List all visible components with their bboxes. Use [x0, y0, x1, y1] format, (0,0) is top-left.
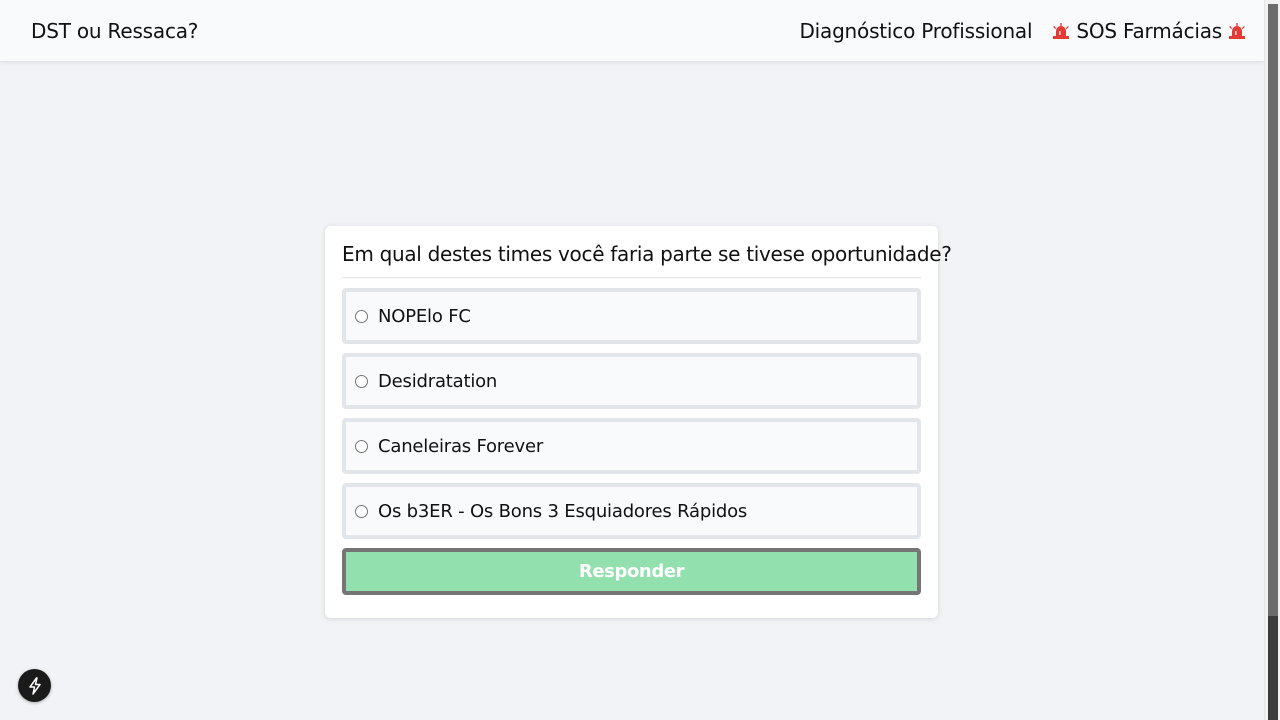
scrollbar[interactable] — [1264, 0, 1280, 720]
answer-option-label: Caneleiras Forever — [378, 435, 544, 457]
top-navbar: DST ou Ressaca? Diagnóstico Profissional… — [0, 0, 1264, 62]
answer-option[interactable]: Os b3ER - Os Bons 3 Esquiadores Rápidos — [342, 483, 921, 539]
answer-option[interactable]: Caneleiras Forever — [342, 418, 921, 474]
nav-links: Diagnóstico Profissional SOS Farmácias — [799, 19, 1246, 43]
floating-action-button[interactable] — [18, 669, 51, 702]
sos-farmacias-link[interactable]: SOS Farmácias — [1052, 19, 1246, 43]
answer-option-label: NOPElo FC — [378, 305, 471, 327]
siren-icon — [1229, 22, 1245, 39]
lightning-icon — [28, 676, 41, 695]
radio-button[interactable] — [355, 374, 368, 388]
scrollbar-track-end — [1268, 616, 1278, 720]
question-title: Em qual destes times você faria parte se… — [342, 242, 952, 278]
answer-option-label: Os b3ER - Os Bons 3 Esquiadores Rápidos — [378, 500, 748, 522]
radio-button[interactable] — [355, 504, 368, 518]
answer-options: NOPElo FC Desidratation Caneleiras Forev… — [342, 288, 921, 539]
radio-button[interactable] — [355, 439, 368, 453]
answer-option[interactable]: NOPElo FC — [342, 288, 921, 344]
diagnostico-link[interactable]: Diagnóstico Profissional — [799, 19, 1032, 43]
radio-button[interactable] — [355, 309, 368, 323]
answer-option[interactable]: Desidratation — [342, 353, 921, 409]
brand-link[interactable]: DST ou Ressaca? — [31, 19, 198, 43]
siren-icon — [1053, 22, 1070, 39]
responder-button[interactable]: Responder — [342, 548, 921, 595]
answer-option-label: Desidratation — [378, 370, 498, 392]
sos-farmacias-label: SOS Farmácias — [1076, 18, 1222, 43]
scrollbar-thumb[interactable] — [1268, 4, 1278, 616]
quiz-card: Em qual destes times você faria parte se… — [325, 226, 952, 618]
